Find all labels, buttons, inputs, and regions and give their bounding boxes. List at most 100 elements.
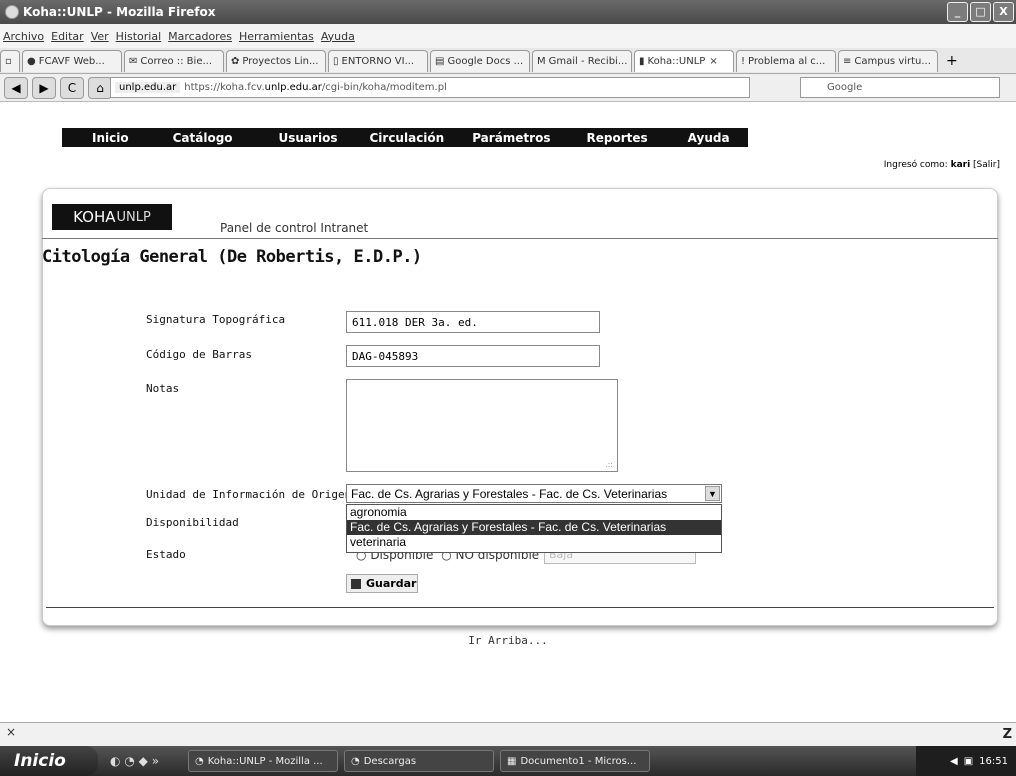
warning-icon: ! xyxy=(741,55,746,67)
unidad-select[interactable]: Fac. de Cs. Agrarias y Forestales - Fac.… xyxy=(346,484,722,503)
task-descargas[interactable]: ◔ Descargas xyxy=(344,750,494,772)
tab-label: Proyectos Lin... xyxy=(242,55,319,67)
koha-main-menu: Inicio Catálogo Usuarios Circulación Par… xyxy=(62,128,748,147)
firefox-quick-icon[interactable]: ◔ xyxy=(124,754,134,768)
close-findbar-icon[interactable]: × xyxy=(6,725,16,739)
menu-editar[interactable]: Editar xyxy=(51,30,84,43)
tab-google-docs[interactable]: ▤ Google Docs ... xyxy=(430,49,530,72)
task-documento[interactable]: ▦ Documento1 - Micros... xyxy=(500,750,650,772)
option-fac-agrarias-veterinarias[interactable]: Fac. de Cs. Agrarias y Forestales - Fac.… xyxy=(347,520,721,535)
notas-textarea[interactable]: .:: xyxy=(346,379,618,472)
menu-historial[interactable]: Historial xyxy=(116,30,161,43)
close-button[interactable]: X xyxy=(993,2,1014,22)
find-bar: × Z xyxy=(0,722,1016,746)
window-controls: _ □ X xyxy=(947,2,1014,22)
start-button[interactable]: Inicio xyxy=(0,746,98,776)
menu-ayuda-koha[interactable]: Ayuda xyxy=(688,131,730,145)
tab-correo[interactable]: ✉ Correo :: Bie... xyxy=(124,49,224,72)
menu-reportes[interactable]: Reportes xyxy=(586,131,647,145)
globe-icon: ● xyxy=(27,55,36,67)
menu-catalogo[interactable]: Catálogo xyxy=(173,131,233,145)
page-icon: ▯ xyxy=(333,55,339,67)
chevron-right-icon[interactable]: » xyxy=(152,754,159,768)
menu-inicio[interactable]: Inicio xyxy=(92,131,129,145)
form-divider xyxy=(46,607,994,608)
menu-marcadores[interactable]: Marcadores xyxy=(168,30,232,43)
resize-grip-icon[interactable]: .:: xyxy=(605,460,613,469)
logout-link[interactable]: [Salir] xyxy=(973,160,1000,170)
forward-button[interactable]: ▶ xyxy=(32,76,56,99)
firefox-task-icon: ◔ xyxy=(195,755,204,767)
navigation-bar: ◀ ▶ C ⌂ unlp.edu.ar https://koha.fcv. unl… xyxy=(0,74,1016,102)
windows-taskbar: Inicio ◐ ◔ ◆ » ◔ Koha::UNLP - Mozilla ...… xyxy=(0,746,1016,776)
reload-button[interactable]: C xyxy=(60,76,84,99)
logged-user: kari xyxy=(950,160,971,170)
tab-problema[interactable]: ! Problema al c... xyxy=(736,49,836,72)
firefox-icon xyxy=(5,5,19,19)
maximize-button[interactable]: □ xyxy=(970,2,991,22)
task-label: Koha::UNLP - Mozilla ... xyxy=(207,755,323,767)
menu-parametros[interactable]: Parámetros xyxy=(472,131,550,145)
save-label: Guardar xyxy=(366,577,417,590)
tab-entorno[interactable]: ▯ ENTORNO VI... xyxy=(328,49,428,72)
window-title: Koha::UNLP - Mozilla Firefox xyxy=(23,5,216,19)
codigo-barras-label: Código de Barras xyxy=(146,348,252,361)
tab-bar: ▫ ● FCAVF Web... ✉ Correo :: Bie... ✿ Proye… xyxy=(0,48,1016,74)
tab-pinned[interactable]: ▫ xyxy=(0,49,20,72)
tab-label: Gmail - Recibi... xyxy=(548,55,628,67)
tab-label: Google Docs ... xyxy=(447,55,524,67)
chevron-down-icon[interactable]: ▼ xyxy=(705,486,720,501)
home-button[interactable]: ⌂ xyxy=(88,76,112,99)
start-label: Inicio xyxy=(14,751,66,771)
save-button[interactable]: Guardar xyxy=(346,574,418,593)
download-icon: ◔ xyxy=(351,755,360,767)
tab-label: Campus virtu... xyxy=(854,55,931,67)
url-bar[interactable]: unlp.edu.ar https://koha.fcv. unlp.edu.ar… xyxy=(110,77,750,98)
volume-icon[interactable]: ◀ xyxy=(950,756,958,767)
ie-icon[interactable]: ◐ xyxy=(110,754,120,768)
tab-label: ENTORNO VI... xyxy=(341,55,415,67)
tab-label: FCAVF Web... xyxy=(38,55,105,67)
koha-icon: ▮ xyxy=(639,55,645,67)
app-icon[interactable]: ◆ xyxy=(139,754,148,768)
menu-ver[interactable]: Ver xyxy=(91,30,109,43)
koha-logo: KOHA UNLP xyxy=(52,204,172,230)
tab-proyectos[interactable]: ✿ Proyectos Lin... xyxy=(226,49,326,72)
codigo-barras-input[interactable]: DAG-045893 xyxy=(346,345,600,367)
tab-close-icon[interactable]: × xyxy=(709,56,717,67)
url-path: /cgi-bin/koha/moditem.pl xyxy=(321,82,447,93)
menu-circulacion[interactable]: Circulación xyxy=(369,131,444,145)
new-tab-button[interactable]: + xyxy=(946,53,958,69)
unidad-selected-value: Fac. de Cs. Agrarias y Forestales - Fac.… xyxy=(351,487,668,501)
google-search-engine: Google xyxy=(827,82,863,93)
task-koha[interactable]: ◔ Koha::UNLP - Mozilla ... xyxy=(188,750,338,772)
tab-fcavf[interactable]: ● FCAVF Web... xyxy=(22,49,122,72)
tab-koha[interactable]: ▮ Koha::UNLP × xyxy=(634,49,734,72)
menu-bar: Archivo Editar Ver Historial Marcadores … xyxy=(0,24,1016,48)
back-button[interactable]: ◀ xyxy=(4,76,28,99)
option-veterinaria[interactable]: veterinaria xyxy=(347,535,721,550)
tab-gmail[interactable]: M Gmail - Recibi... xyxy=(532,49,632,72)
url-prefix: https://koha.fcv. xyxy=(184,82,265,93)
signatura-input[interactable]: 611.018 DER 3a. ed. xyxy=(346,311,600,333)
window-titlebar: Koha::UNLP - Mozilla Firefox _ □ X xyxy=(0,0,1016,24)
tab-campus[interactable]: ≡ Campus virtu... xyxy=(838,49,938,72)
logo-sub: UNLP xyxy=(116,209,151,225)
gmail-icon: M xyxy=(537,55,546,67)
menu-ayuda[interactable]: Ayuda xyxy=(321,30,355,43)
option-agronomia[interactable]: agronomia xyxy=(347,505,721,520)
menu-usuarios[interactable]: Usuarios xyxy=(279,131,338,145)
site-identity[interactable]: unlp.edu.ar xyxy=(115,82,181,93)
menu-archivo[interactable]: Archivo xyxy=(3,30,44,43)
ir-arriba-link[interactable]: Ir Arriba... xyxy=(0,634,1016,647)
unidad-dropdown: agronomia Fac. de Cs. Agrarias y Foresta… xyxy=(346,504,722,553)
minimize-button[interactable]: _ xyxy=(947,2,968,22)
unidad-label: Unidad de Información de Origen xyxy=(146,488,352,501)
save-icon xyxy=(351,578,361,589)
menu-herramientas[interactable]: Herramientas xyxy=(239,30,314,43)
logo-main: KOHA xyxy=(73,208,116,226)
search-input[interactable]: Google xyxy=(800,77,1000,98)
task-label: Descargas xyxy=(363,755,417,767)
network-icon[interactable]: ▣ xyxy=(964,756,973,767)
estado-label: Estado xyxy=(146,548,186,561)
